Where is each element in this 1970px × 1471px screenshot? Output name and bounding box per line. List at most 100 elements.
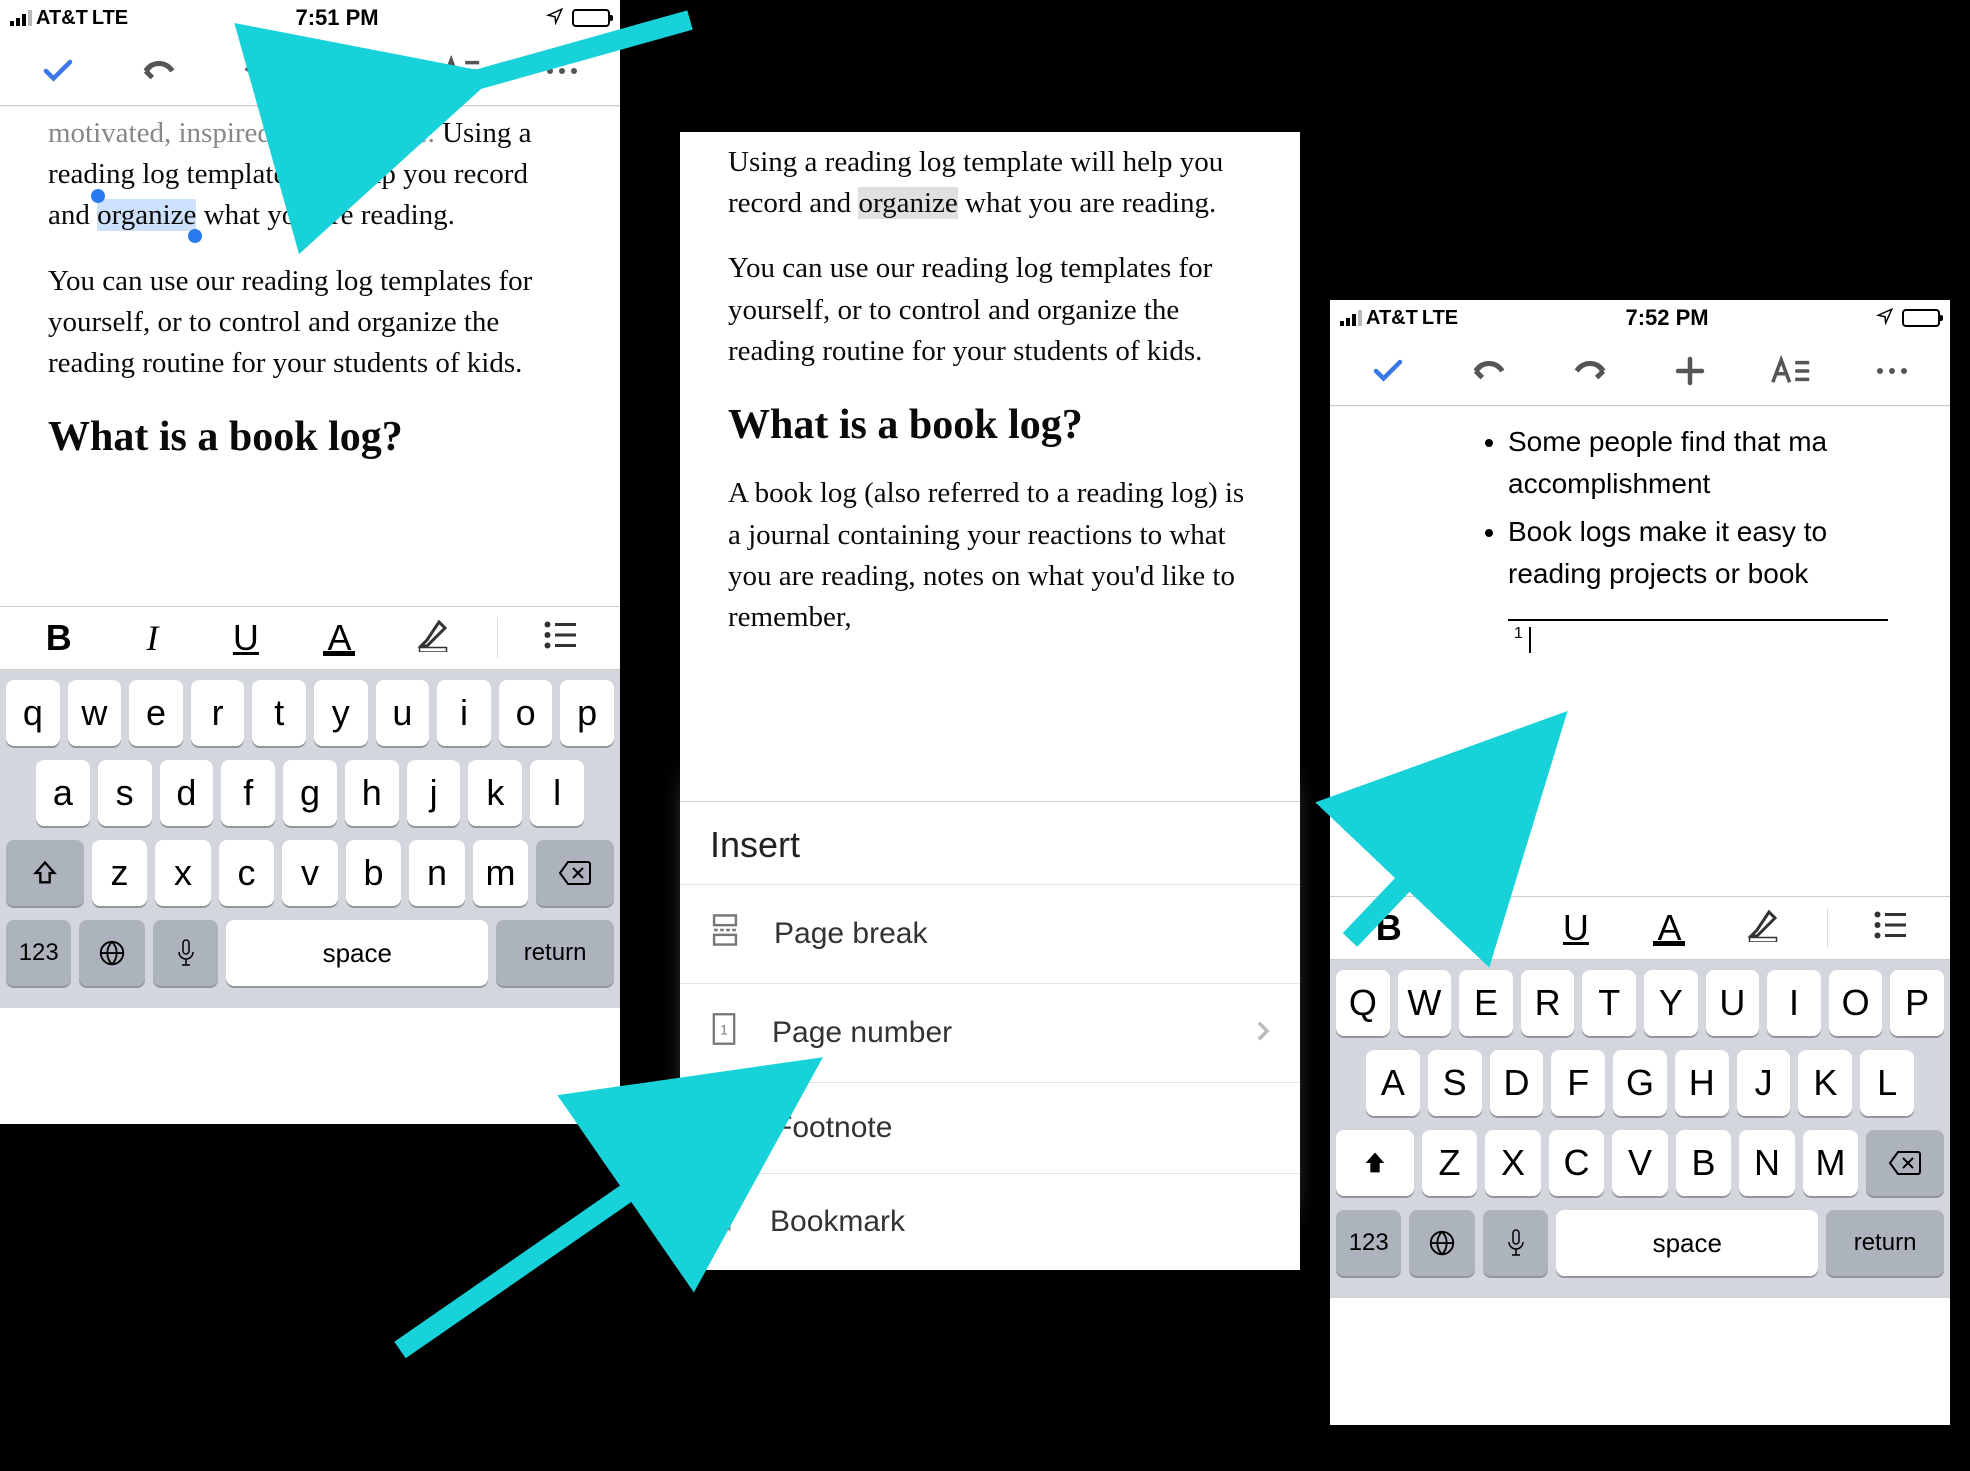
key-v[interactable]: v <box>282 840 338 906</box>
insert-button[interactable] <box>1665 353 1715 389</box>
key-l[interactable]: L <box>1860 1050 1914 1116</box>
highlight-button[interactable] <box>1733 906 1793 951</box>
shift-key[interactable] <box>6 840 84 906</box>
key-k[interactable]: k <box>468 760 522 826</box>
key-z[interactable]: Z <box>1422 1130 1478 1196</box>
key-f[interactable]: F <box>1551 1050 1605 1116</box>
kb-row-4: 123 space return <box>1336 1210 1944 1276</box>
backspace-key[interactable] <box>536 840 614 906</box>
key-x[interactable]: X <box>1485 1130 1541 1196</box>
key-n[interactable]: N <box>1739 1130 1795 1196</box>
key-g[interactable]: G <box>1613 1050 1667 1116</box>
key-n[interactable]: n <box>409 840 465 906</box>
key-r[interactable]: R <box>1521 970 1575 1036</box>
insert-bookmark[interactable]: Bookmark <box>680 1173 1300 1270</box>
return-key[interactable]: return <box>496 920 614 986</box>
key-t[interactable]: T <box>1582 970 1636 1036</box>
key-v[interactable]: V <box>1612 1130 1668 1196</box>
numbers-key[interactable]: 123 <box>1336 1210 1401 1276</box>
key-p[interactable]: P <box>1890 970 1944 1036</box>
redo-button[interactable] <box>1565 356 1615 386</box>
selected-word[interactable]: organize <box>97 199 196 231</box>
key-y[interactable]: Y <box>1644 970 1698 1036</box>
key-e[interactable]: E <box>1459 970 1513 1036</box>
space-key[interactable]: space <box>1556 1210 1818 1276</box>
key-g[interactable]: g <box>283 760 337 826</box>
key-w[interactable]: w <box>68 680 122 746</box>
bold-button[interactable]: B <box>1359 907 1419 949</box>
key-j[interactable]: j <box>407 760 461 826</box>
done-button[interactable] <box>1363 353 1413 389</box>
undo-button[interactable] <box>1464 356 1514 386</box>
key-o[interactable]: O <box>1829 970 1883 1036</box>
key-r[interactable]: r <box>191 680 245 746</box>
key-q[interactable]: q <box>6 680 60 746</box>
document-body[interactable]: Using a reading log template will help y… <box>680 132 1300 752</box>
italic-button[interactable]: I <box>122 617 182 659</box>
text-format-button[interactable] <box>1766 353 1816 389</box>
key-e[interactable]: e <box>129 680 183 746</box>
key-b[interactable]: B <box>1676 1130 1732 1196</box>
key-u[interactable]: u <box>376 680 430 746</box>
italic-button[interactable]: I <box>1452 907 1512 949</box>
key-k[interactable]: K <box>1798 1050 1852 1116</box>
key-h[interactable]: h <box>345 760 399 826</box>
key-u[interactable]: U <box>1706 970 1760 1036</box>
key-f[interactable]: f <box>221 760 275 826</box>
key-d[interactable]: D <box>1490 1050 1544 1116</box>
key-b[interactable]: b <box>346 840 402 906</box>
key-z[interactable]: z <box>92 840 148 906</box>
highlight-button[interactable] <box>403 616 463 661</box>
key-s[interactable]: S <box>1428 1050 1482 1116</box>
undo-button[interactable] <box>134 56 184 86</box>
key-s[interactable]: s <box>98 760 152 826</box>
insert-button[interactable] <box>335 53 385 89</box>
text-format-button[interactable] <box>436 53 486 89</box>
key-p[interactable]: p <box>560 680 614 746</box>
key-i[interactable]: i <box>437 680 491 746</box>
redo-button[interactable] <box>235 56 285 86</box>
underline-button[interactable]: U <box>1546 907 1606 949</box>
insert-page-break[interactable]: Page break <box>680 884 1300 983</box>
key-j[interactable]: J <box>1737 1050 1791 1116</box>
key-m[interactable]: m <box>473 840 529 906</box>
globe-key[interactable] <box>1409 1210 1474 1276</box>
return-key[interactable]: return <box>1826 1210 1944 1276</box>
text-color-button[interactable]: A <box>309 617 369 659</box>
key-a[interactable]: A <box>1366 1050 1420 1116</box>
key-l[interactable]: l <box>530 760 584 826</box>
footnote-input[interactable]: 1 <box>1508 627 1950 653</box>
text-color-button[interactable]: A <box>1639 907 1699 949</box>
key-i[interactable]: I <box>1767 970 1821 1036</box>
insert-page-number[interactable]: 1 Page number <box>680 983 1300 1082</box>
key-c[interactable]: C <box>1549 1130 1605 1196</box>
key-h[interactable]: H <box>1675 1050 1729 1116</box>
key-o[interactable]: o <box>499 680 553 746</box>
key-y[interactable]: y <box>314 680 368 746</box>
mic-key[interactable] <box>1483 1210 1548 1276</box>
globe-key[interactable] <box>79 920 144 986</box>
space-key[interactable]: space <box>226 920 488 986</box>
list-button[interactable] <box>531 617 591 659</box>
document-body[interactable]: Some people find that maaccomplishment B… <box>1330 406 1950 896</box>
key-d[interactable]: d <box>160 760 214 826</box>
list-button[interactable] <box>1861 907 1921 949</box>
underline-button[interactable]: U <box>216 617 276 659</box>
key-q[interactable]: Q <box>1336 970 1390 1036</box>
bold-button[interactable]: B <box>29 617 89 659</box>
key-t[interactable]: t <box>252 680 306 746</box>
more-button[interactable] <box>537 66 587 76</box>
done-button[interactable] <box>33 53 83 89</box>
key-a[interactable]: a <box>36 760 90 826</box>
shift-key[interactable] <box>1336 1130 1414 1196</box>
more-button[interactable] <box>1867 366 1917 376</box>
key-w[interactable]: W <box>1398 970 1452 1036</box>
key-c[interactable]: c <box>219 840 275 906</box>
backspace-key[interactable] <box>1866 1130 1944 1196</box>
key-m[interactable]: M <box>1803 1130 1859 1196</box>
insert-footnote[interactable]: Footnote <box>680 1082 1300 1173</box>
key-x[interactable]: x <box>155 840 211 906</box>
document-body[interactable]: motivated, inspired and organize. Using … <box>0 106 620 606</box>
numbers-key[interactable]: 123 <box>6 920 71 986</box>
mic-key[interactable] <box>153 920 218 986</box>
